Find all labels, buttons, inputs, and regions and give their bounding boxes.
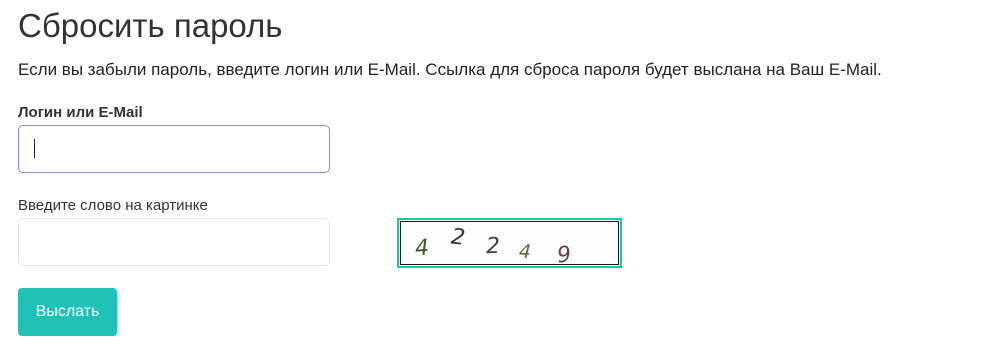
captcha-char-4: 4 <box>518 241 531 264</box>
captcha-char-3: 2 <box>486 234 501 259</box>
page-title: Сбросить пароль <box>18 7 283 44</box>
captcha-image-text: 4 2 2 4 9 <box>414 224 573 266</box>
captcha-field-label: Введите слово на картинке <box>18 197 208 214</box>
captcha-char-1: 4 <box>414 235 430 261</box>
login-input[interactable] <box>18 125 330 173</box>
login-field-label: Логин или E-Mail <box>18 104 143 121</box>
captcha-input[interactable] <box>18 218 330 266</box>
captcha-char-5: 9 <box>556 242 573 266</box>
captcha-char-2: 2 <box>450 224 467 250</box>
page-description: Если вы забыли пароль, введите логин или… <box>18 60 882 79</box>
text-cursor <box>34 139 35 158</box>
submit-button[interactable]: Выслать <box>18 288 117 336</box>
captcha-image: 4 2 2 4 9 <box>397 218 622 268</box>
